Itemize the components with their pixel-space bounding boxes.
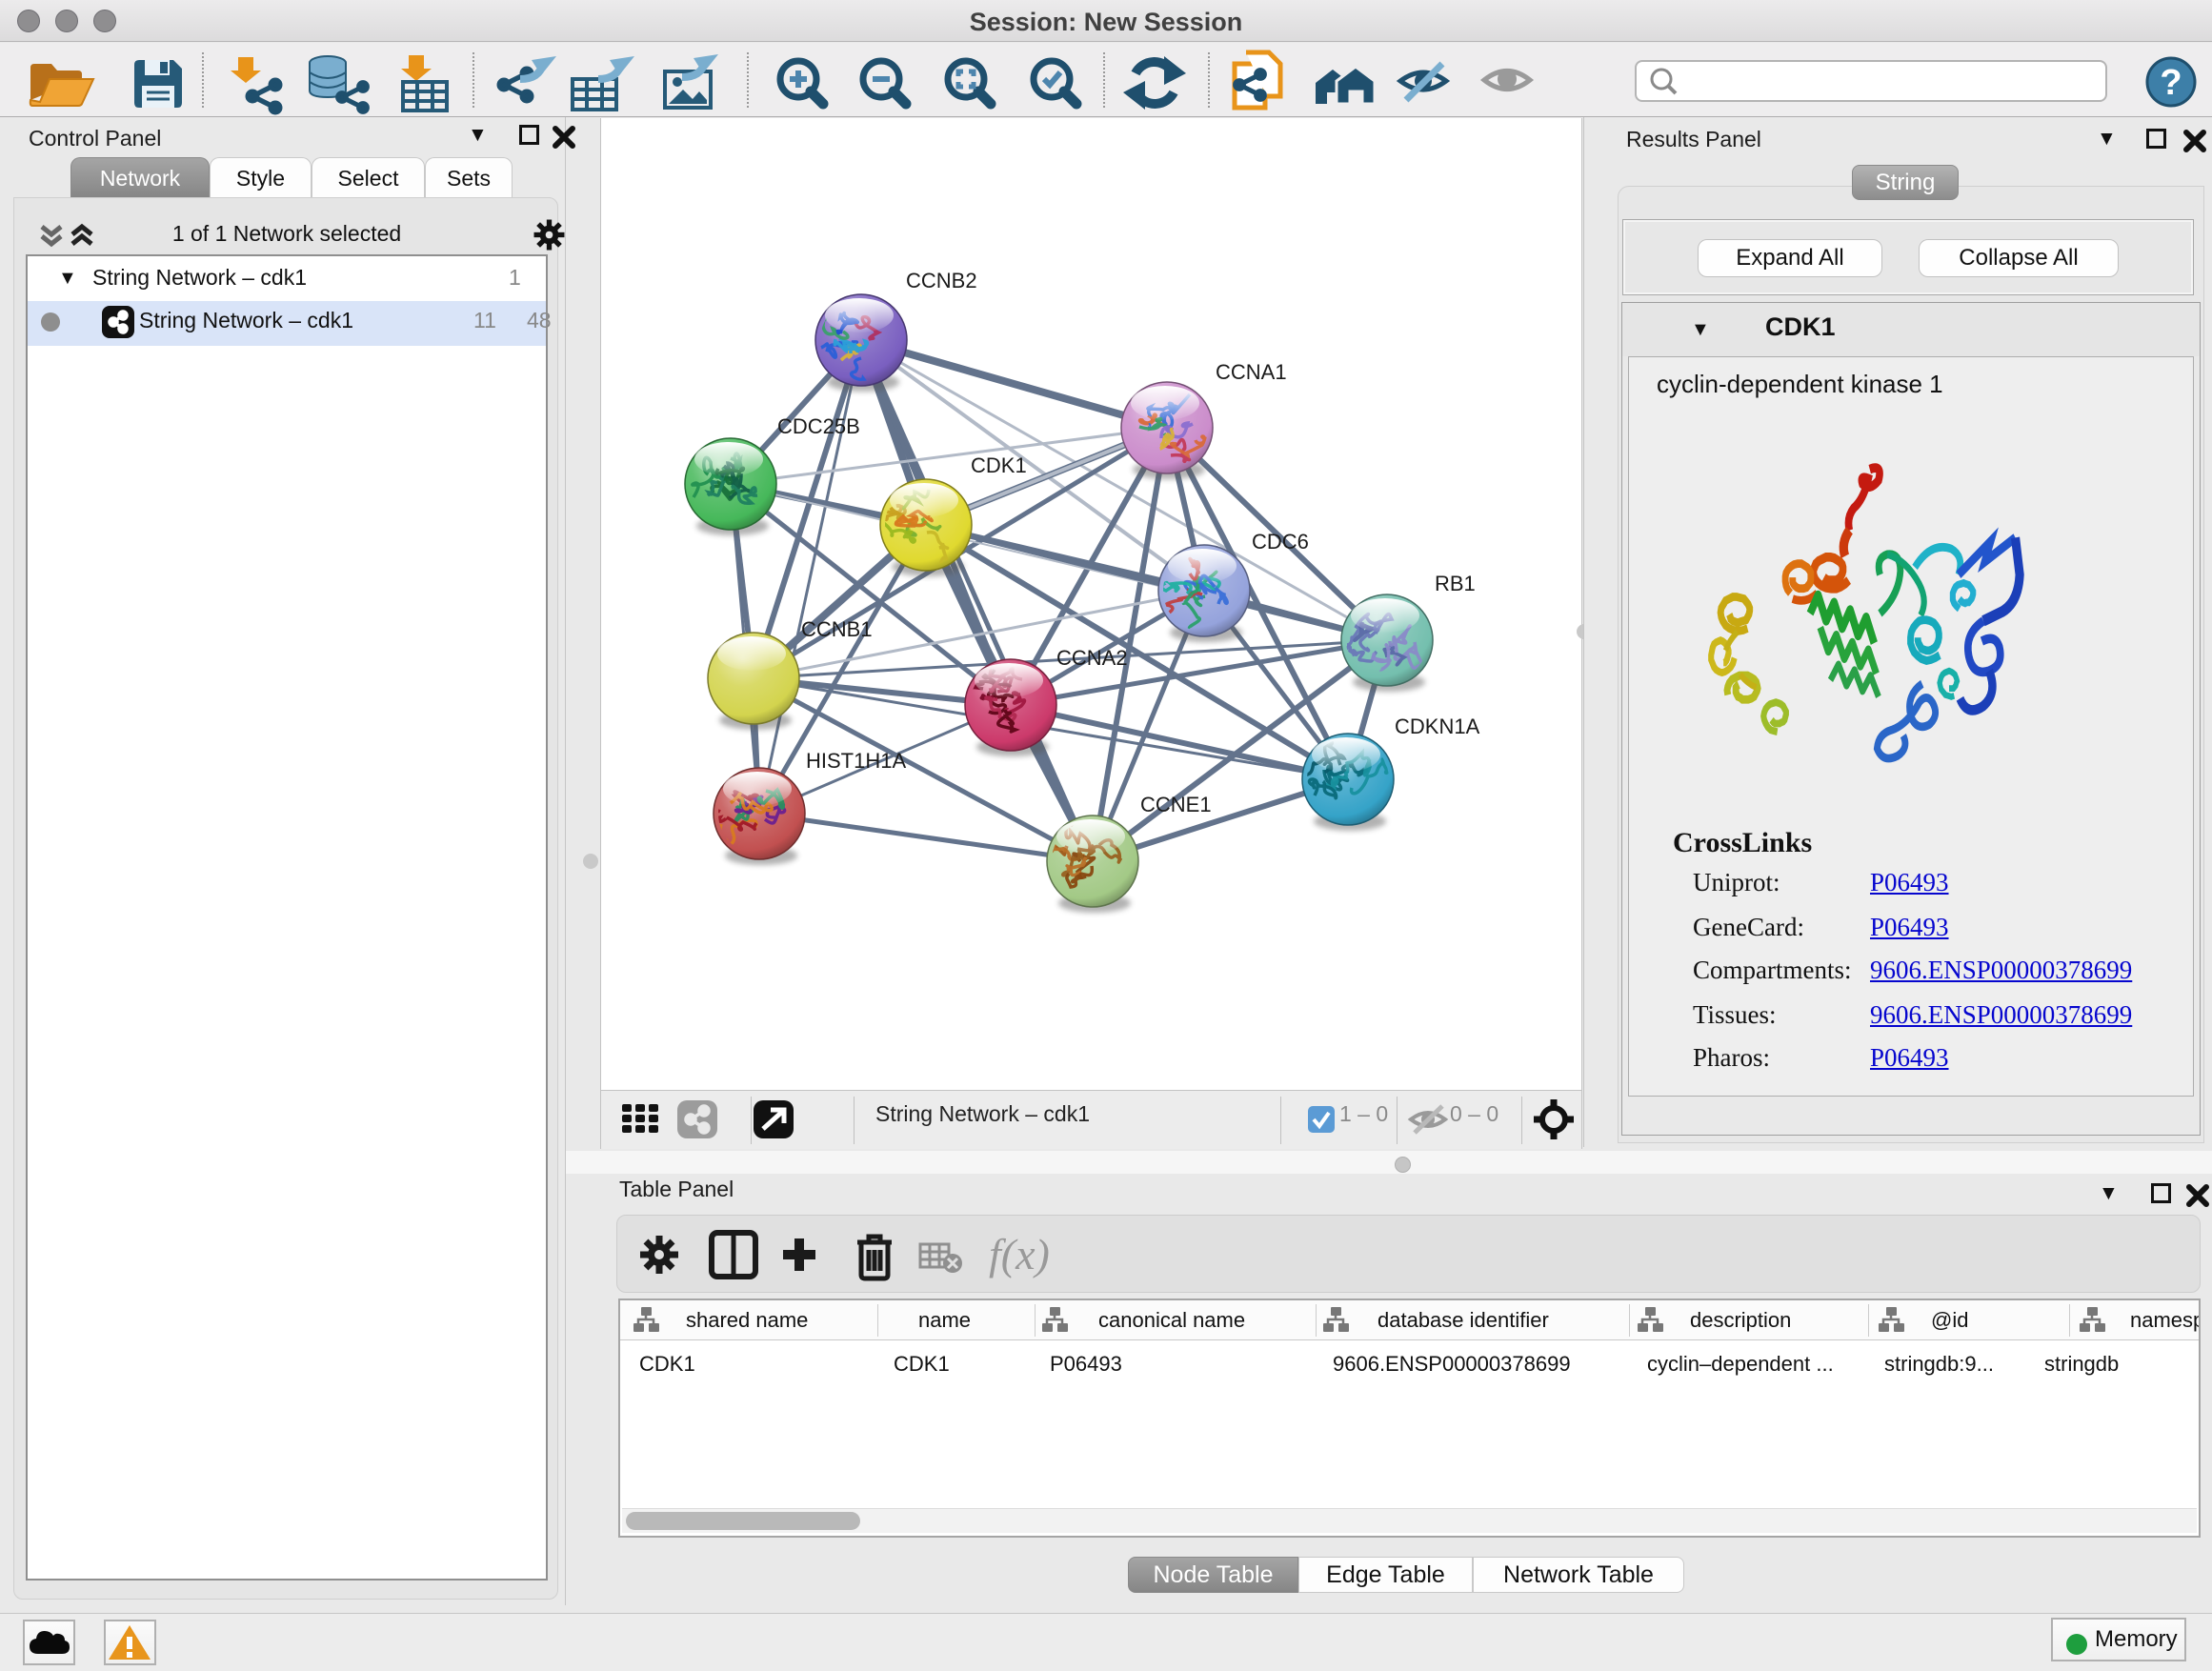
svg-text:CDKN1A: CDKN1A (1395, 715, 1480, 738)
svg-text:CCNA1: CCNA1 (1216, 360, 1287, 384)
svg-text:CDC6: CDC6 (1252, 530, 1309, 554)
svg-text:f(x): f(x) (989, 1230, 1050, 1278)
svg-text:CCNB2: CCNB2 (906, 269, 977, 292)
svg-text:CCNE1: CCNE1 (1140, 793, 1212, 816)
svg-text:?: ? (2160, 63, 2182, 103)
svg-text:HIST1H1A: HIST1H1A (806, 749, 906, 773)
svg-text:RB1: RB1 (1435, 572, 1476, 595)
svg-text:CCNA2: CCNA2 (1056, 646, 1128, 670)
svg-text:CDC25B: CDC25B (777, 414, 860, 438)
svg-text:CCNB1: CCNB1 (801, 617, 873, 641)
svg-text:CDK1: CDK1 (971, 453, 1027, 477)
